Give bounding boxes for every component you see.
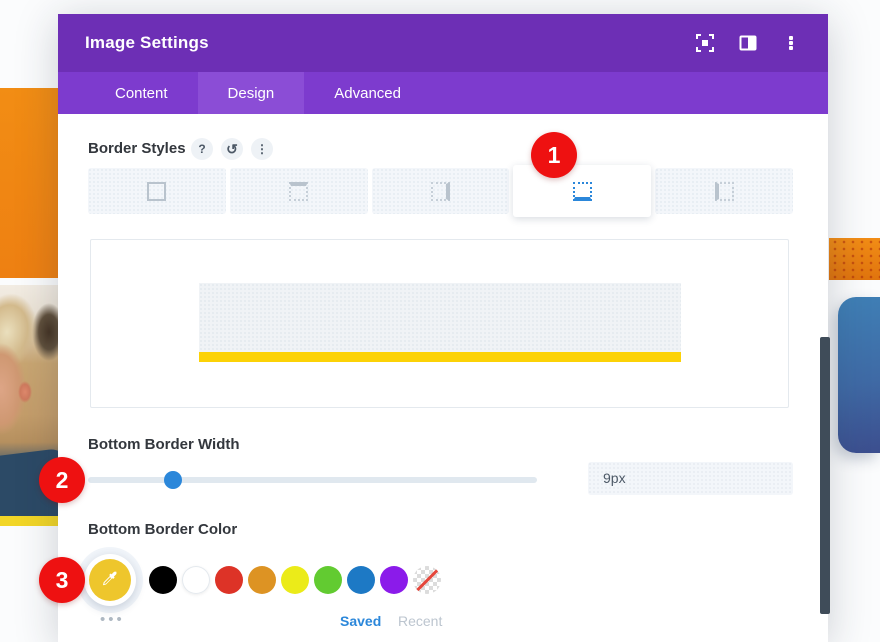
background-orange-block [0,88,58,278]
tab-advanced[interactable]: Advanced [304,72,431,114]
panel-icon [739,34,757,52]
background-yellow-strip [0,516,58,526]
swatch-none[interactable] [413,566,441,594]
right-border-icon [431,182,450,201]
left-border-icon [715,182,734,201]
help-icon[interactable]: ? [191,138,213,160]
color-picker-button[interactable] [84,554,136,606]
dot [789,36,792,39]
swatch-orange[interactable] [248,566,276,594]
top-border-icon [289,182,308,201]
dot [789,41,792,44]
background-orange-band [829,238,880,280]
background-blue-card [838,297,880,453]
expand-icon [696,34,714,52]
border-width-input[interactable]: 9px [588,462,793,495]
kebab-menu-icon[interactable] [782,34,800,52]
border-preview-tile [199,283,681,362]
dot [789,46,792,49]
style-option-left-border[interactable] [655,168,793,214]
split-view-icon[interactable] [739,34,757,52]
border-preview-box [90,239,789,408]
expand-preview-icon[interactable] [696,34,714,52]
slider-handle[interactable] [164,471,182,489]
palette-tab-recent[interactable]: Recent [398,613,442,629]
bottom-border-width-label: Bottom Border Width [88,436,240,453]
settings-tabbar: Content Design Advanced [58,72,828,114]
all-borders-icon [147,182,166,201]
header-icons [696,34,800,52]
style-option-top-border[interactable] [230,168,368,214]
screen: Image Settings [0,0,880,642]
annotation-badge-2: 2 [39,457,85,503]
tab-design[interactable]: Design [198,72,305,114]
swatch-red[interactable] [215,566,243,594]
bottom-border-icon [573,182,592,201]
options-kebab-icon[interactable]: ⋮ [251,138,273,160]
style-option-right-border[interactable] [372,168,510,214]
more-colors-dots-icon[interactable]: ••• [100,611,125,628]
reset-icon[interactable]: ↺ [221,138,243,160]
photo-person-ear [18,381,32,403]
border-style-options [88,168,793,217]
eyedropper-icon [99,569,121,591]
palette-tab-saved[interactable]: Saved [340,613,381,629]
swatch-white[interactable] [182,566,210,594]
annotation-badge-3: 3 [39,557,85,603]
border-styles-label: Border Styles [88,140,186,157]
swatch-yellow[interactable] [281,566,309,594]
border-width-slider[interactable] [88,477,537,483]
swatch-black[interactable] [149,566,177,594]
image-settings-modal: Image Settings [58,14,828,642]
border-styles-chips: ? ↺ ⋮ [191,138,273,160]
swatch-purple[interactable] [380,566,408,594]
modal-title: Image Settings [85,33,209,53]
style-option-bottom-border[interactable] [513,165,651,217]
tab-content[interactable]: Content [85,72,198,114]
annotation-badge-1: 1 [531,132,577,178]
bottom-border-color-label: Bottom Border Color [88,521,237,538]
modal-header: Image Settings [58,14,828,72]
page-scrollbar[interactable] [820,337,830,614]
swatch-green[interactable] [314,566,342,594]
eyedropper-circle [89,559,131,601]
design-tab-panel: Border Styles ? ↺ ⋮ [58,114,828,642]
swatch-blue[interactable] [347,566,375,594]
style-option-all-borders[interactable] [88,168,226,214]
